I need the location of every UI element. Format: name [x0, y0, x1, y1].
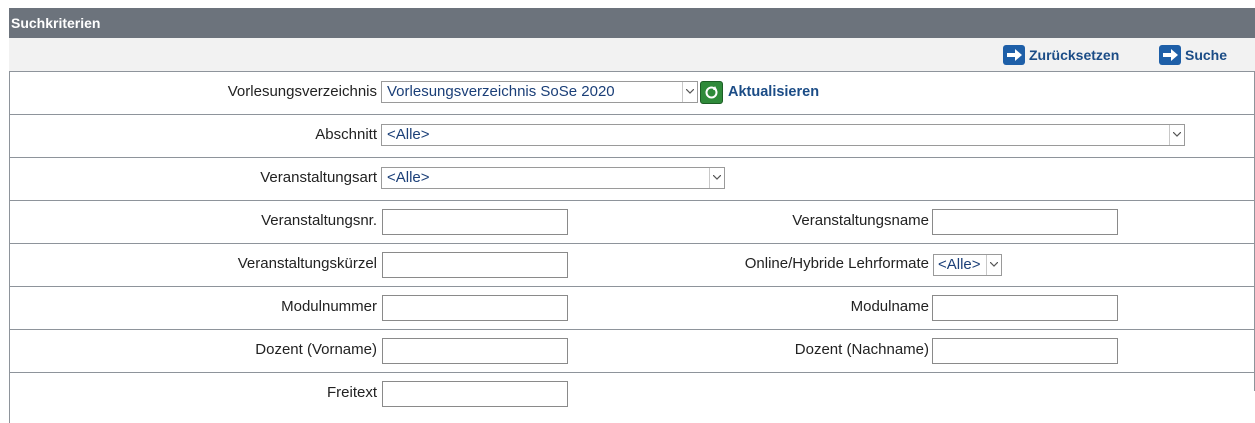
row-freitext: Freitext: [9, 373, 1255, 423]
reset-button-label: Zurücksetzen: [1029, 47, 1120, 63]
dozent-vorname-label: Dozent (Vorname): [255, 341, 377, 358]
reset-button[interactable]: Zurücksetzen: [1003, 44, 1119, 66]
row-modulnummer: Modulnummer Modulname: [9, 287, 1255, 330]
chevron-down-icon: [986, 255, 1001, 275]
refresh-icon[interactable]: [700, 81, 723, 104]
veranstaltungsart-select[interactable]: <Alle>: [381, 167, 725, 189]
row-veranstaltungsart: Veranstaltungsart <Alle>: [9, 158, 1255, 201]
veranstaltungskuerzel-label: Veranstaltungskürzel: [237, 255, 377, 272]
arrow-right-icon: [1159, 45, 1181, 65]
veranstaltungsname-input[interactable]: [932, 209, 1118, 235]
search-button-label: Suche: [1185, 47, 1228, 63]
row-veranstaltungskuerzel: Veranstaltungskürzel Online/Hybride Lehr…: [9, 244, 1255, 287]
chevron-down-icon: [709, 168, 724, 188]
lehrformate-label: Online/Hybride Lehrformate: [744, 255, 929, 272]
freitext-label: Freitext: [326, 384, 377, 401]
chevron-down-icon: [682, 82, 697, 102]
modulname-label: Modulname: [850, 298, 929, 315]
dozent-vorname-input[interactable]: [382, 338, 568, 364]
row-vorlesungsverzeichnis: Vorlesungsverzeichnis Vorlesungsverzeich…: [9, 72, 1255, 115]
abschnitt-label: Abschnitt: [315, 126, 377, 143]
abschnitt-select[interactable]: <Alle>: [381, 124, 1185, 146]
chevron-down-icon: [1169, 125, 1184, 145]
modulname-input[interactable]: [932, 295, 1118, 321]
veranstaltungsname-label: Veranstaltungsname: [792, 212, 929, 229]
panel-title: Suchkriterien: [9, 8, 1255, 38]
dozent-nachname-label: Dozent (Nachname): [794, 341, 929, 358]
arrow-right-icon: [1003, 45, 1025, 65]
search-criteria-panel: Suchkriterien Zurücksetzen Suche Vorlesu…: [9, 8, 1255, 423]
vorlesungsverzeichnis-select[interactable]: Vorlesungsverzeichnis SoSe 2020: [381, 81, 698, 103]
vorlesungsverzeichnis-label: Vorlesungsverzeichnis: [227, 83, 377, 100]
freitext-input[interactable]: [382, 381, 568, 407]
veranstaltungsnr-label: Veranstaltungsnr.: [261, 212, 377, 229]
modulnummer-label: Modulnummer: [281, 298, 377, 315]
aktualisieren-link[interactable]: Aktualisieren: [728, 84, 819, 100]
lehrformate-select[interactable]: <Alle>: [933, 254, 1002, 276]
row-veranstaltungsnr: Veranstaltungsnr. Veranstaltungsname: [9, 201, 1255, 244]
veranstaltungskuerzel-input[interactable]: [382, 252, 568, 278]
veranstaltungsnr-input[interactable]: [382, 209, 568, 235]
search-button[interactable]: Suche: [1159, 44, 1227, 66]
modulnummer-input[interactable]: [382, 295, 568, 321]
veranstaltungsart-label: Veranstaltungsart: [260, 169, 377, 186]
row-dozent: Dozent (Vorname) Dozent (Nachname): [9, 330, 1255, 373]
dozent-nachname-input[interactable]: [932, 338, 1118, 364]
action-bar: Zurücksetzen Suche: [9, 38, 1255, 72]
row-abschnitt: Abschnitt <Alle>: [9, 115, 1255, 158]
